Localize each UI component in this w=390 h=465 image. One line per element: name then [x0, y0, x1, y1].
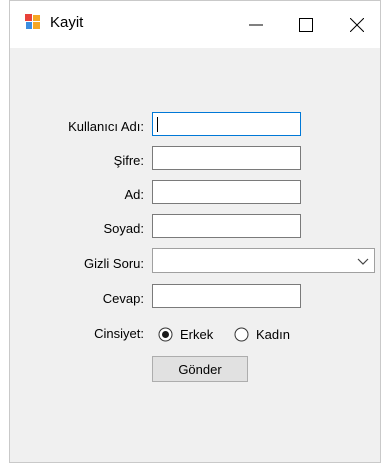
name-label: Ad: [124, 187, 144, 202]
window-title: Kayit [50, 14, 84, 31]
username-input[interactable] [152, 112, 301, 136]
surname-input[interactable] [152, 214, 301, 238]
secret-question-label: Gizli Soru: [84, 256, 144, 271]
minimize-button[interactable] [233, 1, 279, 48]
radio-female-label[interactable]: Kadın [256, 327, 290, 342]
text-caret [157, 117, 158, 132]
surname-label: Soyad: [103, 221, 144, 236]
answer-input[interactable] [152, 284, 301, 308]
radio-female[interactable] [234, 327, 249, 342]
close-icon [350, 17, 364, 32]
radio-male[interactable] [158, 327, 173, 342]
minimize-icon [249, 24, 263, 25]
title-bar: Kayit [10, 1, 380, 48]
registration-window: Kayit Kullanıcı Adı: Şifre: Ad: Soyad: G… [9, 0, 381, 463]
gender-label: Cinsiyet: [94, 326, 144, 341]
answer-label: Cevap: [102, 291, 144, 306]
maximize-button[interactable] [283, 1, 329, 48]
username-label: Kullanıcı Adı: [68, 119, 144, 134]
close-button[interactable] [334, 1, 380, 48]
maximize-icon [299, 17, 313, 32]
radio-male-label[interactable]: Erkek [180, 327, 213, 342]
name-input[interactable] [152, 180, 301, 204]
password-input[interactable] [152, 146, 301, 170]
chevron-down-icon[interactable] [356, 254, 370, 268]
secret-question-select[interactable] [152, 248, 375, 273]
submit-button[interactable]: Gönder [152, 356, 248, 382]
form-app-icon [25, 14, 40, 29]
password-label: Şifre: [113, 153, 144, 168]
